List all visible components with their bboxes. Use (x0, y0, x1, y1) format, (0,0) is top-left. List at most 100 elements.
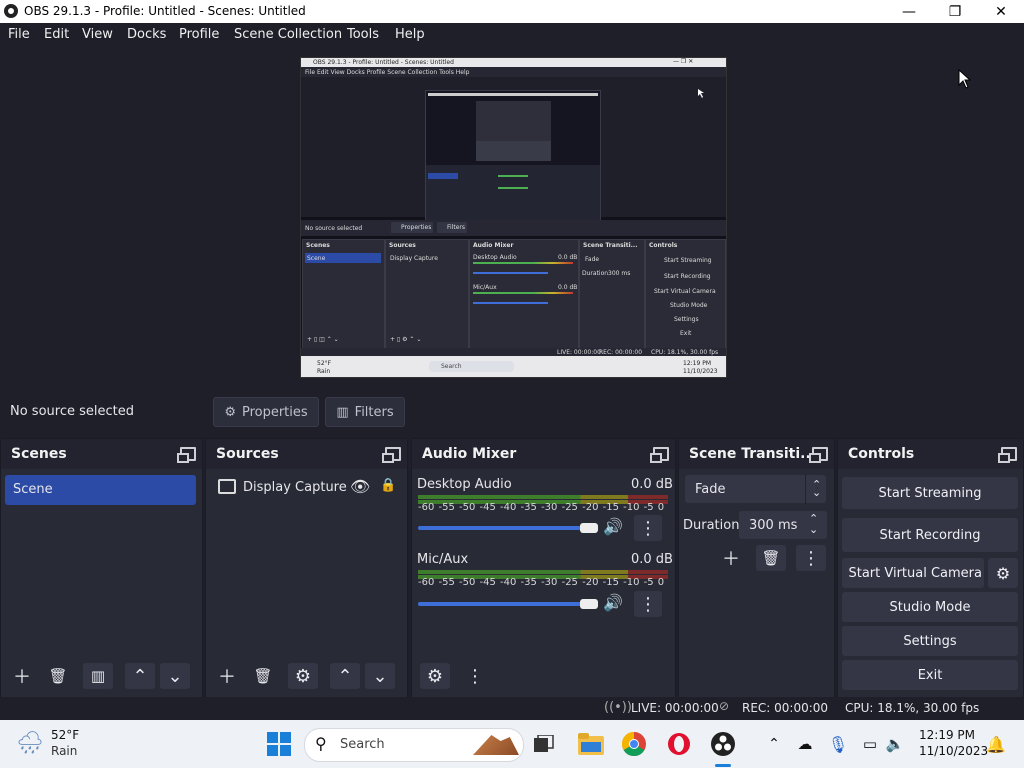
menu-edit[interactable]: Edit (44, 27, 69, 42)
filters-button[interactable]: ▥ Filters (325, 397, 405, 427)
remove-scene-button[interactable]: 🗑 (43, 663, 73, 689)
eye-icon[interactable]: 👁 (350, 477, 370, 496)
monitor-icon (218, 479, 236, 494)
mini-cpu: CPU: 18.1%, 30.00 fps (651, 349, 719, 356)
start-streaming-button[interactable]: Start Streaming (842, 477, 1018, 509)
mic-aux-volume-slider[interactable] (418, 602, 588, 606)
mini-date: 11/10/2023 (683, 368, 718, 375)
weather-rain-icon[interactable]: 🌧 (16, 729, 44, 757)
mic-aux-menu-button[interactable]: ⋮ (634, 591, 662, 617)
add-transition-button[interactable]: ＋ (716, 545, 746, 571)
menu-docks[interactable]: Docks (127, 27, 166, 42)
window-title: OBS 29.1.3 - Profile: Untitled - Scenes:… (24, 4, 306, 18)
desktop-audio-volume-slider[interactable] (418, 526, 588, 530)
exit-button[interactable]: Exit (842, 660, 1018, 690)
mic-aux-slider-handle[interactable] (580, 599, 598, 609)
menu-bar: File Edit View Docks Profile Scene Colle… (0, 23, 1024, 47)
move-source-up-button[interactable]: ⌃ (330, 663, 360, 689)
maximize-button[interactable]: ❐ (932, 0, 978, 23)
volume-icon[interactable]: 🔈 (881, 730, 909, 758)
spin-arrows-icon[interactable]: ⌃ ⌄ (809, 513, 818, 535)
chrome-icon[interactable] (620, 730, 648, 758)
remove-transition-button[interactable]: 🗑 (756, 545, 786, 571)
start-recording-button[interactable]: Start Recording (842, 518, 1018, 552)
properties-button[interactable]: ⚙ Properties (213, 397, 319, 427)
menu-file[interactable]: File (8, 27, 30, 42)
undock-icon[interactable] (382, 447, 401, 463)
mini-duration-value: 300 ms (608, 270, 631, 277)
virtual-camera-settings-button[interactable]: ⚙ (988, 558, 1018, 588)
close-button[interactable]: ✕ (978, 0, 1024, 23)
controls-header: Controls (838, 439, 1023, 469)
duration-label: Duration (683, 518, 740, 533)
speaker-icon[interactable]: 🔊 (603, 593, 623, 612)
microphone-icon[interactable]: 🎙 (824, 730, 852, 758)
opera-icon[interactable] (665, 730, 693, 758)
mini-no-source: No source selected (305, 225, 363, 232)
mini-sources-dock: Sources Display Capture + ▯ ⚙ ⌃ ⌄ (385, 239, 469, 349)
undock-icon[interactable] (650, 447, 669, 463)
audio-mixer-menu-button[interactable]: ⋮ (460, 663, 490, 689)
plus-icon: ＋ (218, 667, 236, 688)
mini-mic-aux: Mic/Aux (473, 284, 497, 291)
trash-icon: 🗑 (48, 667, 68, 685)
duration-spinbox[interactable]: 300 ms ⌃ ⌄ (739, 511, 827, 539)
rec-icon: ⊘ (719, 699, 730, 713)
onedrive-icon[interactable]: ☁ (791, 730, 819, 758)
kebab-menu-icon: ⋮ (802, 547, 820, 569)
clock-date[interactable]: 11/10/2023 (919, 744, 988, 758)
search-icon: ⚲ (315, 734, 327, 753)
menu-view[interactable]: View (82, 27, 113, 42)
add-scene-button[interactable]: ＋ (7, 663, 37, 689)
source-properties-button[interactable]: ⚙ (288, 663, 318, 689)
source-list-item[interactable]: Display Capture 👁 🔒 (210, 475, 403, 503)
weather-desc[interactable]: Rain (51, 744, 77, 758)
move-scene-down-button[interactable]: ⌄ (160, 663, 190, 689)
chevron-up-icon[interactable]: ⌃ (760, 730, 788, 758)
undock-icon[interactable] (998, 447, 1017, 463)
live-signal-icon: ((•)) (604, 700, 632, 715)
taskbar-search-box[interactable]: ⚲ Search (304, 728, 524, 762)
menu-tools[interactable]: Tools (347, 27, 379, 42)
start-virtual-camera-button[interactable]: Start Virtual Camera (842, 558, 984, 588)
move-scene-up-button[interactable]: ⌃ (125, 663, 155, 689)
menu-help[interactable]: Help (395, 27, 425, 42)
gear-icon: ⚙ (224, 404, 236, 420)
scene-list-item[interactable]: Scene (5, 475, 196, 505)
notification-bell-icon[interactable]: 🔔 (982, 730, 1010, 758)
sources-title: Sources (216, 446, 279, 462)
clock-time[interactable]: 12:19 PM (919, 728, 975, 742)
menu-scene-collection[interactable]: Scene Collection (234, 27, 342, 42)
network-icon[interactable]: ▭ (856, 730, 884, 758)
windows-start-icon[interactable] (265, 730, 293, 758)
minimize-button[interactable]: — (886, 0, 932, 23)
kebab-menu-icon: ⋮ (466, 665, 484, 687)
undock-icon[interactable] (809, 447, 828, 463)
transition-select[interactable]: Fade ⌃ ⌄ (685, 474, 826, 504)
settings-button[interactable]: Settings (842, 626, 1018, 656)
lock-icon[interactable]: 🔒 (380, 478, 396, 493)
add-source-button[interactable]: ＋ (212, 663, 242, 689)
mini-properties: Properties (401, 224, 432, 231)
chevron-down-icon: ⌄ (167, 665, 183, 687)
advanced-audio-button[interactable]: ⚙ (420, 663, 450, 689)
status-bar: ((•)) LIVE: 00:00:00 ⊘ REC: 00:00:00 CPU… (0, 697, 1024, 720)
mini-scenes-toolbar-icon: + ▯ ◫ ⌃ ⌄ (307, 336, 339, 343)
file-explorer-icon[interactable] (577, 730, 605, 758)
weather-temp[interactable]: 52°F (51, 728, 79, 742)
remove-source-button[interactable]: 🗑 (248, 663, 278, 689)
move-source-down-button[interactable]: ⌄ (365, 663, 395, 689)
desktop-audio-menu-button[interactable]: ⋮ (634, 515, 662, 541)
scene-filters-button[interactable]: ▥ (83, 663, 113, 689)
speaker-icon[interactable]: 🔊 (603, 517, 623, 536)
task-view-icon[interactable] (530, 730, 558, 758)
mini-start-streaming: Start Streaming (664, 257, 712, 264)
desktop-audio-slider-handle[interactable] (580, 523, 598, 533)
transition-menu-button[interactable]: ⋮ (796, 545, 826, 571)
mini-nested-preview (425, 90, 601, 228)
menu-profile[interactable]: Profile (179, 27, 219, 42)
obs-taskbar-icon[interactable] (709, 730, 737, 758)
transitions-header: Scene Transiti... (679, 439, 834, 469)
undock-icon[interactable] (177, 447, 196, 463)
studio-mode-button[interactable]: Studio Mode (842, 592, 1018, 622)
